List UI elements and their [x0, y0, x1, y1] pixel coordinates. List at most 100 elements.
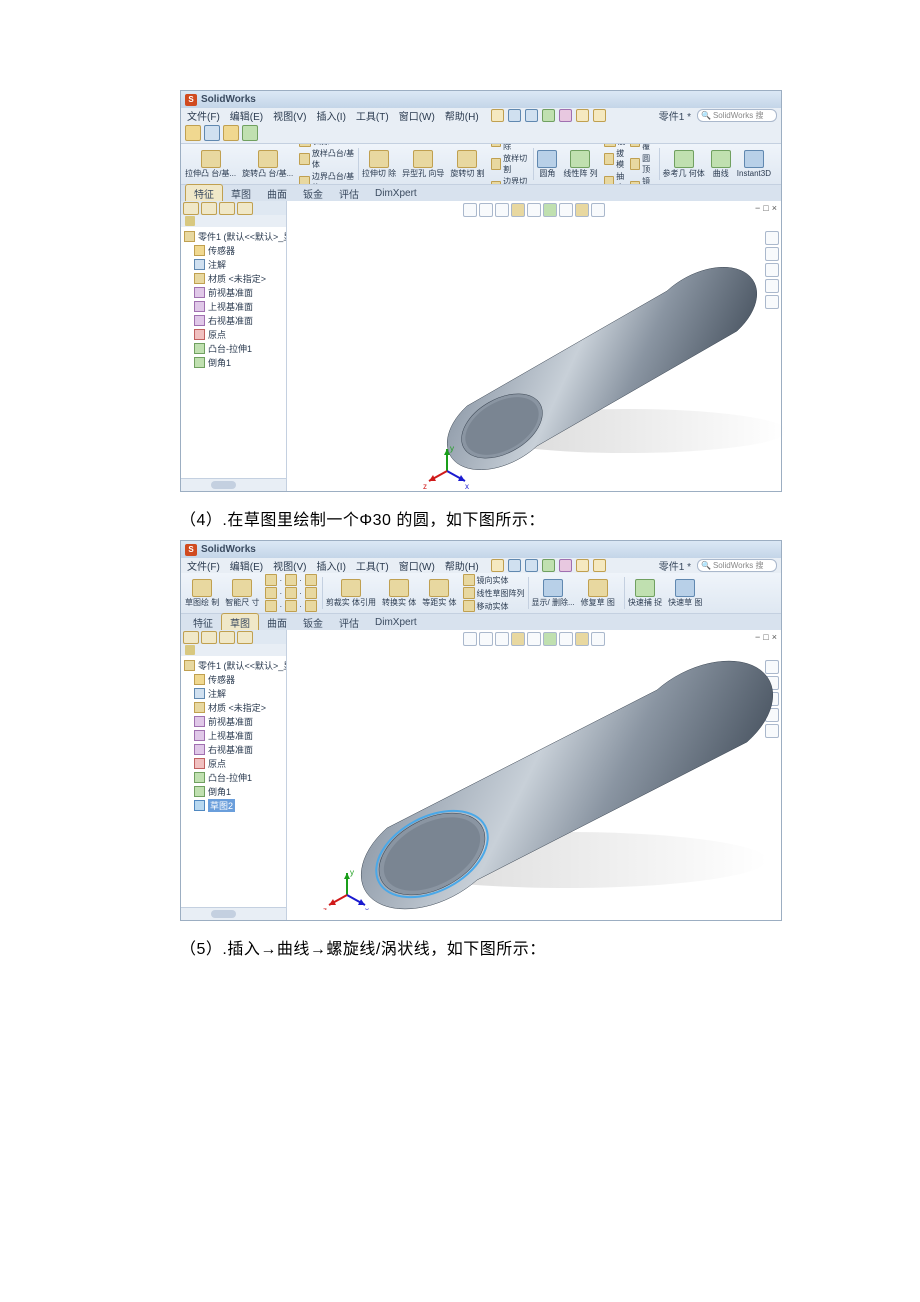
- display-icon[interactable]: [543, 632, 557, 646]
- revolve-boss-icon[interactable]: [258, 150, 278, 168]
- menu-file[interactable]: 文件(F): [187, 558, 220, 573]
- menu-view[interactable]: 视图(V): [273, 558, 306, 573]
- trim-icon[interactable]: [341, 579, 361, 597]
- section-icon[interactable]: [527, 632, 541, 646]
- toolbar-icon-save[interactable]: [525, 109, 538, 122]
- qa-icon[interactable]: [242, 125, 258, 141]
- tab-sheetmetal[interactable]: 钣金: [295, 614, 331, 631]
- menu-edit[interactable]: 编辑(E): [230, 108, 263, 123]
- max-icon[interactable]: □: [763, 632, 768, 642]
- poly-icon[interactable]: [265, 600, 277, 612]
- tab-surface[interactable]: 曲面: [259, 614, 295, 631]
- quick-snap-icon[interactable]: [635, 579, 655, 597]
- view-style-icon[interactable]: [511, 203, 525, 217]
- viewport-3d[interactable]: −□ ×: [287, 201, 781, 491]
- menu-window[interactable]: 窗口(W): [399, 108, 435, 123]
- mirror-sketch-icon[interactable]: [463, 574, 475, 586]
- zoom-fit-icon[interactable]: [479, 632, 493, 646]
- search-input[interactable]: 🔍SolidWorks 搜: [697, 559, 777, 572]
- menu-help[interactable]: 帮助(H): [445, 558, 479, 573]
- scene-icon[interactable]: [559, 632, 573, 646]
- display-delete-icon[interactable]: [543, 579, 563, 597]
- convert-icon[interactable]: [389, 579, 409, 597]
- point-icon[interactable]: [285, 600, 297, 612]
- tab-dimxpert[interactable]: DimXpert: [367, 187, 425, 200]
- offset-icon[interactable]: [429, 579, 449, 597]
- panel-tab-icon[interactable]: [201, 631, 217, 644]
- appearance-icon[interactable]: [591, 632, 605, 646]
- toolbar-icon-print[interactable]: [542, 109, 555, 122]
- filter-icon[interactable]: [185, 645, 195, 655]
- scene-icon[interactable]: [559, 203, 573, 217]
- smart-dim-icon[interactable]: [232, 579, 252, 597]
- rotate-icon[interactable]: [495, 632, 509, 646]
- tab-features[interactable]: 特征: [185, 184, 223, 202]
- zoom-icon[interactable]: [463, 632, 477, 646]
- rapid-sketch-icon[interactable]: [675, 579, 695, 597]
- appearance-icon[interactable]: [591, 203, 605, 217]
- text-icon[interactable]: [305, 600, 317, 612]
- hide-show-icon[interactable]: [575, 203, 589, 217]
- tab-dimxpert[interactable]: DimXpert: [367, 616, 425, 629]
- arc-icon[interactable]: [305, 574, 317, 586]
- menu-tools[interactable]: 工具(T): [356, 108, 389, 123]
- toolbar-icon-undo[interactable]: [559, 109, 572, 122]
- instant3d-icon[interactable]: [744, 150, 764, 168]
- section-icon[interactable]: [527, 203, 541, 217]
- toolbar-icon[interactable]: [593, 559, 606, 572]
- max-icon[interactable]: □: [763, 203, 768, 213]
- qa-icon[interactable]: [223, 125, 239, 141]
- zoom-fit-icon[interactable]: [479, 203, 493, 217]
- panel-tab-icon[interactable]: [219, 202, 235, 215]
- toolbar-icon[interactable]: [559, 559, 572, 572]
- qa-icon[interactable]: [185, 125, 201, 141]
- panel-tab-icon[interactable]: [237, 202, 253, 215]
- linear-pattern-icon[interactable]: [570, 150, 590, 168]
- toolbar-icon[interactable]: [508, 559, 521, 572]
- menu-insert[interactable]: 插入(I): [316, 558, 345, 573]
- toolbar-icon-open[interactable]: [508, 109, 521, 122]
- zoom-icon[interactable]: [463, 203, 477, 217]
- tab-evaluate[interactable]: 评估: [331, 185, 367, 202]
- filter-icon[interactable]: [185, 216, 195, 226]
- min-icon[interactable]: −: [755, 203, 760, 213]
- menu-help[interactable]: 帮助(H): [445, 108, 479, 123]
- feature-tree[interactable]: 零件1 (默认<<默认>_显 传感器 注解 材质 <未指定> 前视基准面 上视基…: [181, 656, 286, 907]
- rect-icon[interactable]: [265, 587, 277, 599]
- search-input[interactable]: 🔍SolidWorks 搜: [697, 109, 777, 122]
- circle-icon[interactable]: [285, 574, 297, 586]
- menu-insert[interactable]: 插入(I): [316, 108, 345, 123]
- sketch-icon[interactable]: [192, 579, 212, 597]
- panel-tab-icon[interactable]: [183, 202, 199, 215]
- linear-pattern-sketch-icon[interactable]: [463, 587, 475, 599]
- sweep-icon[interactable]: [299, 144, 311, 147]
- view-style-icon[interactable]: [511, 632, 525, 646]
- qa-icon[interactable]: [204, 125, 220, 141]
- menu-edit[interactable]: 编辑(E): [230, 558, 263, 573]
- menu-view[interactable]: 视图(V): [273, 108, 306, 123]
- toolbar-icon[interactable]: [491, 559, 504, 572]
- curves-icon[interactable]: [711, 150, 731, 168]
- toolbar-icon-rebuild[interactable]: [576, 109, 589, 122]
- toolbar-icon[interactable]: [542, 559, 555, 572]
- tab-features[interactable]: 特征: [185, 614, 221, 631]
- tab-evaluate[interactable]: 评估: [331, 614, 367, 631]
- panel-scrollbar[interactable]: [181, 478, 286, 491]
- viewport-3d[interactable]: −□×: [287, 630, 781, 920]
- panel-scrollbar[interactable]: [181, 907, 286, 920]
- panel-tab-icon[interactable]: [219, 631, 235, 644]
- panel-tab-icon[interactable]: [183, 631, 199, 644]
- panel-tab-icon[interactable]: [201, 202, 217, 215]
- tab-sheetmetal[interactable]: 钣金: [295, 185, 331, 202]
- hide-show-icon[interactable]: [575, 632, 589, 646]
- toolbar-icon-options[interactable]: [593, 109, 606, 122]
- spline-icon[interactable]: [305, 587, 317, 599]
- fillet-icon[interactable]: [537, 150, 557, 168]
- tab-surface[interactable]: 曲面: [259, 185, 295, 202]
- menu-tools[interactable]: 工具(T): [356, 558, 389, 573]
- repair-sketch-icon[interactable]: [588, 579, 608, 597]
- rib-icon[interactable]: [604, 144, 616, 147]
- display-icon[interactable]: [543, 203, 557, 217]
- close-icon[interactable]: ×: [772, 203, 777, 213]
- cut-sweep-icon[interactable]: [491, 144, 502, 147]
